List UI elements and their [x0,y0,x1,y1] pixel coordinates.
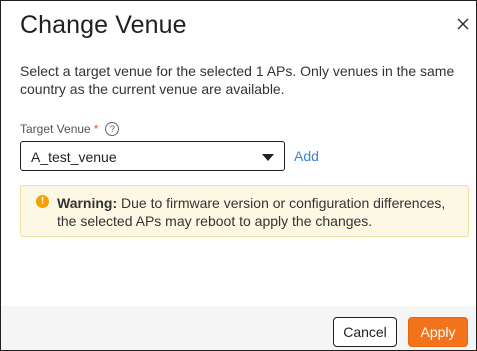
target-venue-select[interactable]: A_test_venue [20,141,285,171]
dialog-title: Change Venue [20,11,187,39]
cancel-button[interactable]: Cancel [333,317,397,347]
change-venue-dialog: Change Venue Select a target venue for t… [0,0,477,351]
caret-down-icon [262,154,274,161]
warning-alert: ! Warning: Due to firmware version or co… [20,185,469,237]
warning-title: Warning: [57,195,118,211]
help-icon[interactable]: ? [105,122,120,136]
warning-icon: ! [36,195,49,208]
selected-venue-value: A_test_venue [31,149,117,165]
target-venue-label: Target Venue * ? [20,122,120,136]
field-label-text: Target Venue [20,122,91,136]
close-icon[interactable] [454,15,472,33]
dialog-footer [1,306,476,350]
apply-button[interactable]: Apply [408,317,468,347]
warning-text: Warning: Due to firmware version or conf… [57,194,462,230]
required-mark: * [93,122,99,136]
add-venue-link[interactable]: Add [294,148,319,164]
dialog-description: Select a target venue for the selected 1… [20,63,455,97]
